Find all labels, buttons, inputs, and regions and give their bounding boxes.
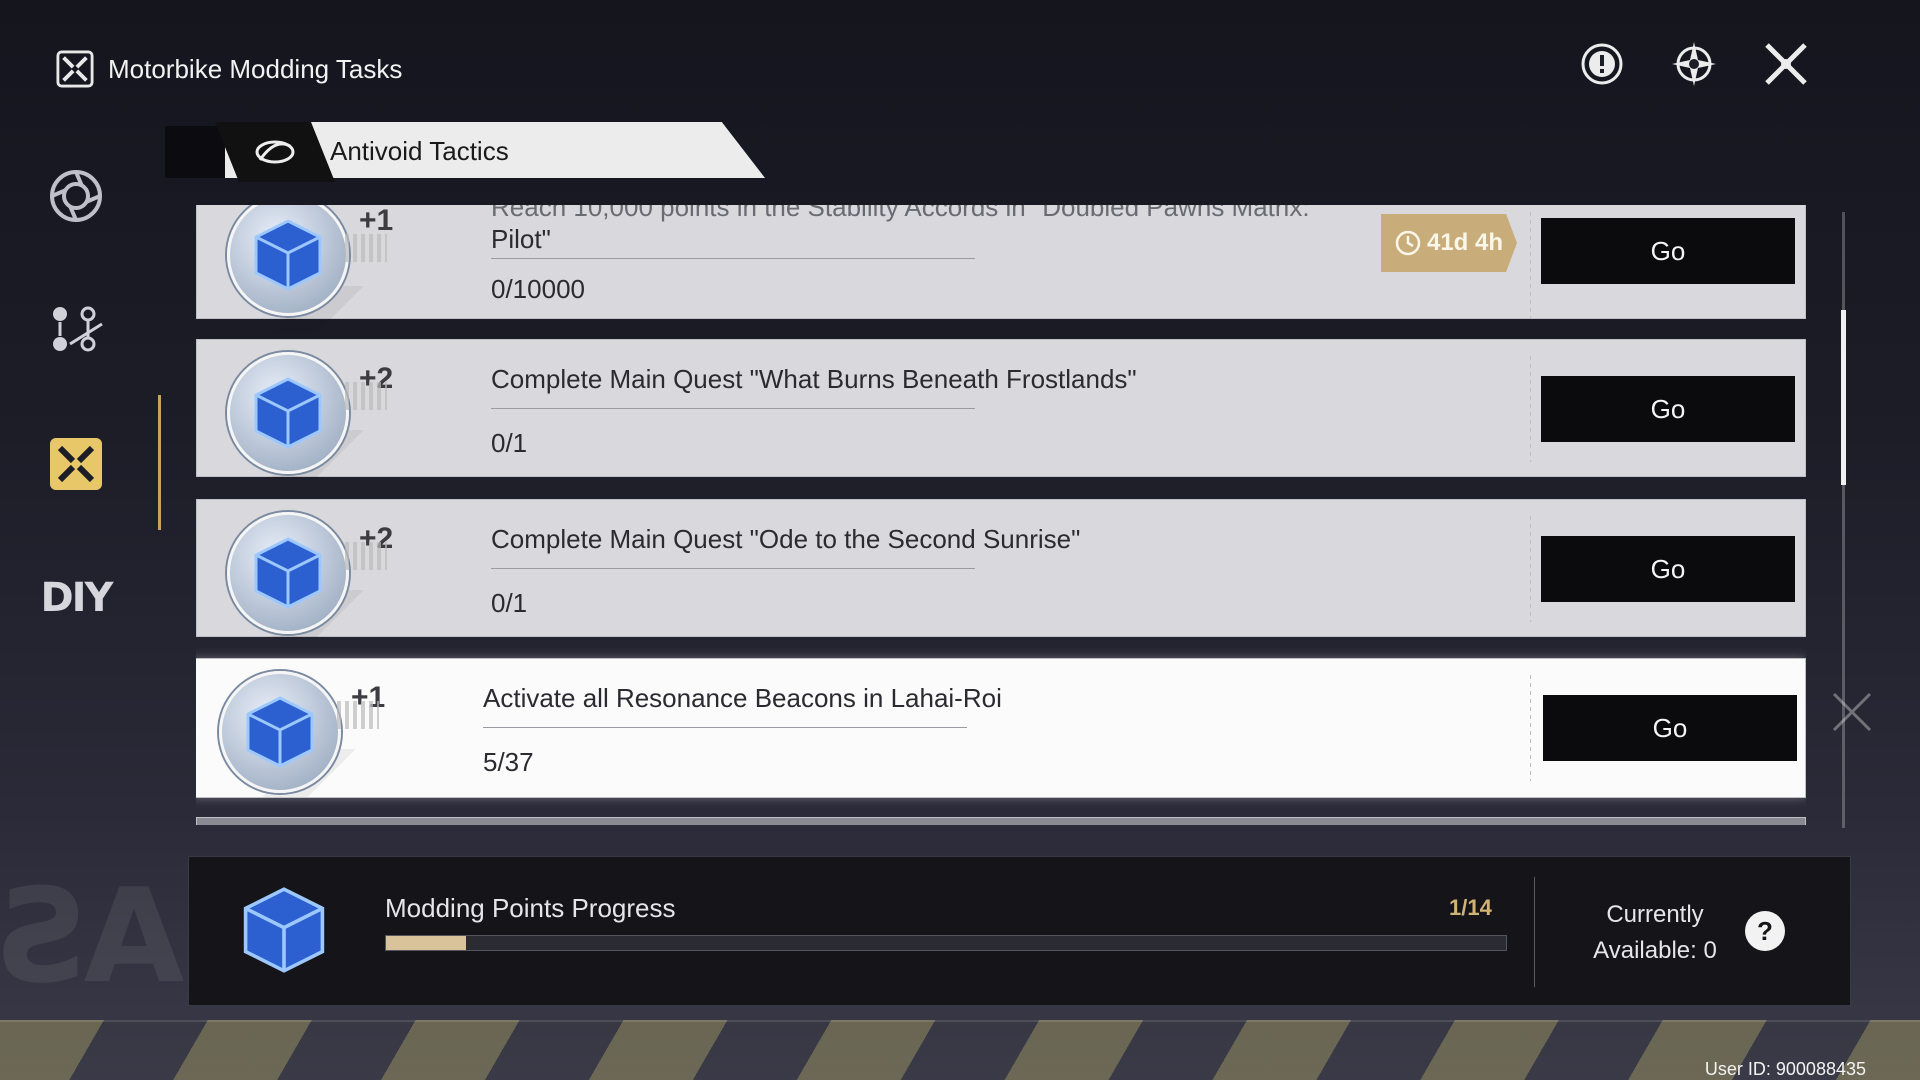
tab-antivoid-tactics[interactable]: Antivoid Tactics	[165, 122, 765, 182]
task-title: Complete Main Quest "What Burns Beneath …	[491, 364, 1137, 394]
modding-cube-icon	[227, 512, 349, 634]
task-progress: 5/37	[483, 747, 534, 777]
help-button[interactable]: ?	[1745, 911, 1785, 951]
task-item: +1 Reach 10,000 points in the Stability …	[196, 205, 1806, 334]
reward-bars	[337, 701, 379, 729]
task-progress: 0/1	[491, 428, 528, 458]
cross-decoration-icon	[1832, 692, 1872, 732]
navigation-button[interactable]	[1670, 40, 1718, 88]
task-item: +2 Complete Main Quest "What Burns Benea…	[196, 339, 1806, 478]
diy-label: DIY	[40, 575, 113, 621]
top-toolbar	[1578, 40, 1810, 88]
task-title: Complete Main Quest "Ode to the Second S…	[491, 524, 1081, 554]
scrollbar-track[interactable]	[1842, 212, 1845, 828]
task-divider	[1530, 675, 1531, 781]
task-underline	[491, 568, 975, 569]
compass-icon	[1672, 42, 1716, 86]
sidebar-active-indicator	[158, 395, 161, 530]
user-id: User ID: 900088435	[1704, 1059, 1866, 1079]
progress-bar-fill	[386, 936, 466, 950]
scrollbar-thumb[interactable]	[1841, 310, 1846, 485]
reward-bars	[345, 382, 387, 410]
task-divider	[1530, 212, 1531, 318]
go-button[interactable]: Go	[1543, 695, 1797, 761]
page-title: Motorbike Modding Tasks	[108, 53, 403, 84]
sidebar: DIY	[40, 160, 120, 696]
task-underline	[483, 727, 967, 728]
hazard-stripes	[0, 1020, 1920, 1080]
timer-label: 41d 4h	[1426, 229, 1504, 256]
task-item-selected: +1 Activate all Resonance Beacons in Lah…	[196, 658, 1806, 798]
close-icon	[1765, 43, 1807, 85]
alert-button[interactable]	[1578, 40, 1626, 88]
cog-emblem-icon	[50, 170, 102, 222]
available-value: Available: 0	[1593, 937, 1717, 964]
task-underline	[491, 408, 975, 409]
modding-logo-icon	[56, 50, 94, 88]
clock-icon	[1395, 230, 1421, 256]
close-button[interactable]	[1762, 40, 1810, 88]
background-emblem: ƧA	[0, 860, 184, 1012]
time-remaining-badge: 41d 4h	[1381, 214, 1517, 272]
modding-cube-icon	[219, 671, 341, 793]
tab-label: Antivoid Tactics	[330, 136, 509, 166]
go-button[interactable]: Go	[1541, 218, 1795, 284]
progress-count: 1/14	[1449, 895, 1492, 920]
available-label: Currently	[1606, 901, 1704, 928]
sidebar-item-parts[interactable]	[40, 294, 112, 366]
sidebar-item-diy[interactable]: DIY	[40, 562, 113, 634]
task-item: +2 Complete Main Quest "Ode to the Secon…	[196, 499, 1806, 638]
sidebar-item-overview[interactable]	[40, 160, 112, 232]
app-header: Motorbike Modding Tasks	[56, 50, 402, 88]
modding-tasks-icon	[50, 438, 102, 490]
exclamation-icon	[1581, 43, 1623, 85]
task-item-peek	[196, 817, 1806, 825]
reward-bars	[345, 234, 387, 262]
modding-cube-icon	[229, 875, 339, 985]
progress-bar	[385, 935, 1507, 951]
task-underline	[491, 258, 975, 259]
swirl-emblem-icon	[255, 140, 295, 164]
tool-nodes-icon	[53, 306, 103, 352]
task-list[interactable]: +1 Reach 10,000 points in the Stability …	[196, 205, 1806, 825]
available-points: Currently Available: 0	[1565, 897, 1745, 969]
task-divider	[1530, 356, 1531, 462]
go-button[interactable]: Go	[1541, 376, 1795, 442]
task-progress: 0/10000	[491, 274, 585, 304]
reward-bars	[345, 542, 387, 570]
task-divider	[1530, 516, 1531, 622]
progress-title: Modding Points Progress	[385, 893, 676, 923]
sidebar-item-modding-tasks[interactable]	[40, 428, 112, 500]
panel-divider	[1534, 877, 1535, 987]
task-title: Pilot"	[491, 224, 551, 254]
modding-cube-icon	[227, 352, 349, 474]
go-button[interactable]: Go	[1541, 536, 1795, 602]
task-title-cut: Reach 10,000 points in the Stability Acc…	[491, 205, 1310, 222]
task-title: Activate all Resonance Beacons in Lahai-…	[483, 683, 1002, 713]
task-progress: 0/1	[491, 588, 528, 618]
modding-progress-panel: Modding Points Progress 1/14 Currently A…	[188, 856, 1851, 1006]
